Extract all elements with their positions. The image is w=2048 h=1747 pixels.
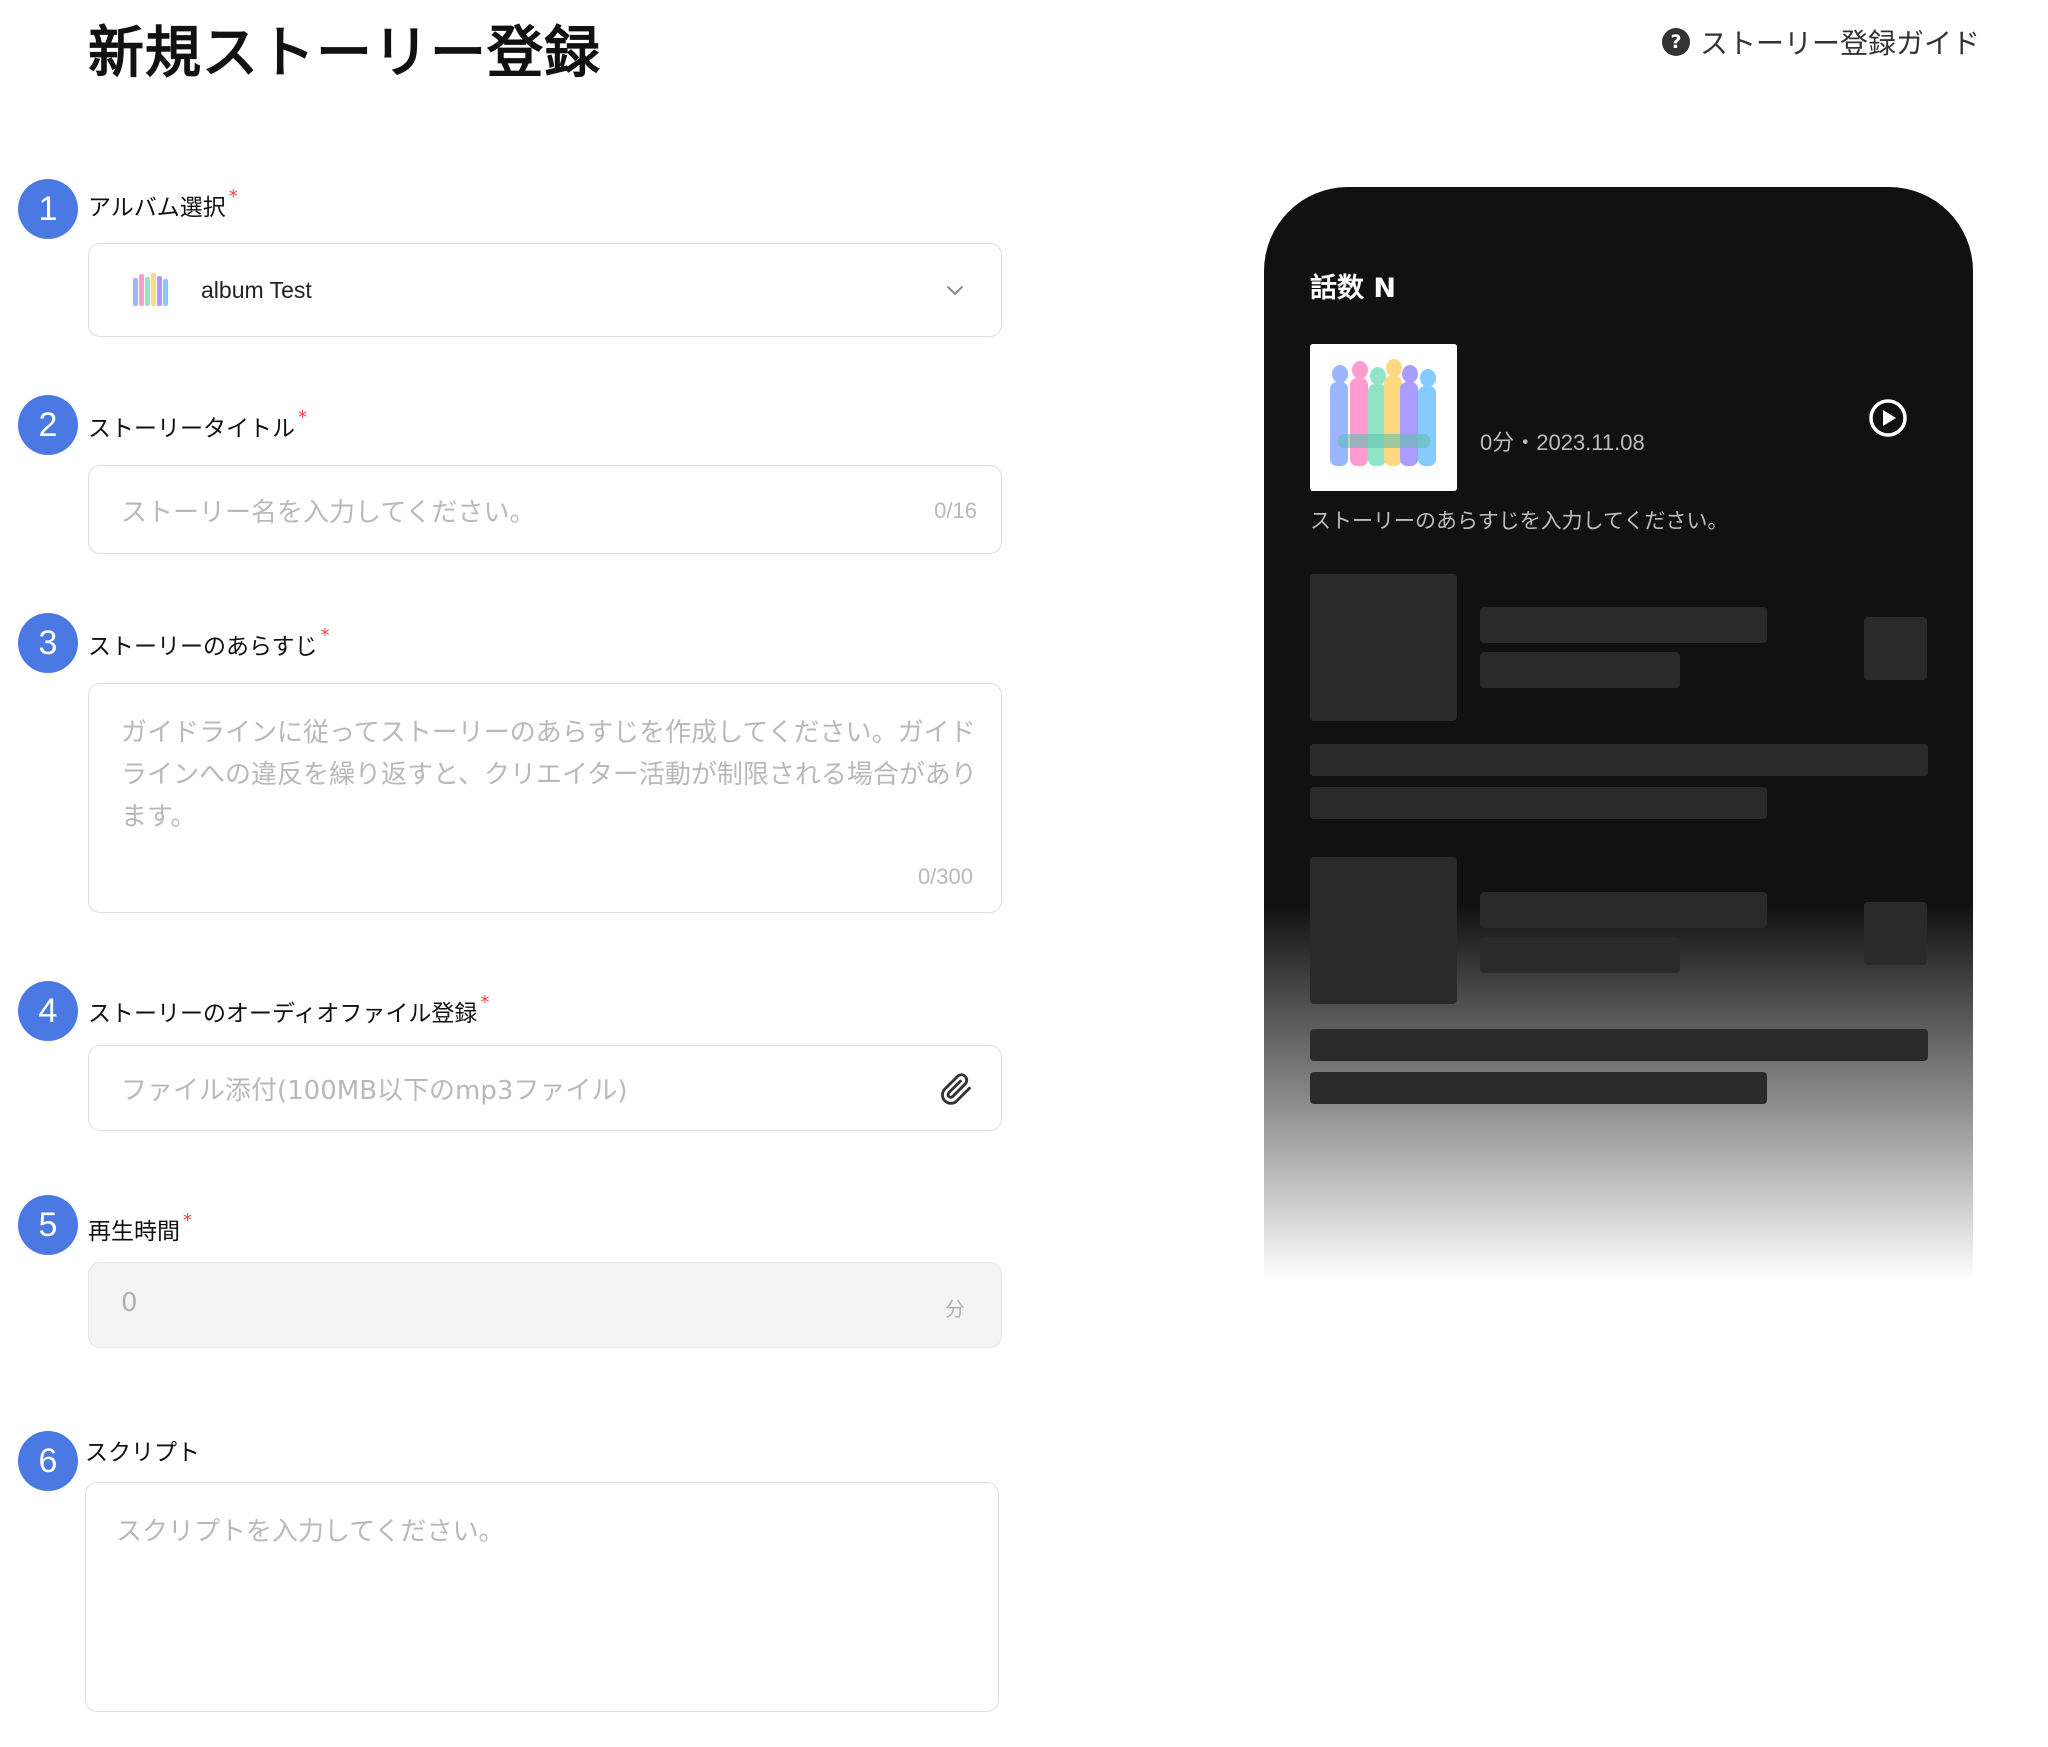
chevron-down-icon <box>947 286 963 295</box>
step-badge-2: 2 <box>18 395 78 455</box>
synopsis-label-text: ストーリーのあらすじ <box>88 634 318 660</box>
preview-synopsis: ストーリーのあらすじを入力してください。 <box>1310 509 1729 533</box>
duration-label-text: 再生時間 <box>88 1219 180 1245</box>
duration-label: 再生時間 * <box>88 1212 192 1246</box>
album-label-text: アルバム選択 <box>88 195 226 221</box>
required-mark: * <box>183 1210 192 1231</box>
story-title-input[interactable]: ストーリー名を入力してください。 0/16 <box>88 465 1002 554</box>
album-label: アルバム選択 * <box>88 188 238 222</box>
audio-file-label-text: ストーリーのオーディオファイル登録 <box>88 1001 478 1027</box>
required-mark: * <box>228 186 238 207</box>
step-badge-3: 3 <box>18 613 78 673</box>
album-thumbnail <box>129 268 173 312</box>
step-badge-4: 4 <box>18 981 78 1041</box>
skeleton-thumbnail <box>1310 857 1457 1004</box>
preview-meta: 0分・2023.11.08 <box>1480 430 1645 455</box>
guide-label: ストーリー登録ガイド <box>1699 27 1980 60</box>
skeleton-icon <box>1864 902 1927 965</box>
story-title-counter: 0/16 <box>934 498 977 523</box>
skeleton-line <box>1310 744 1928 776</box>
skeleton-line <box>1480 937 1680 973</box>
step-badge-5: 5 <box>18 1195 78 1255</box>
required-mark: * <box>320 625 330 646</box>
question-circle-icon: ? <box>1661 28 1690 56</box>
step-badge-6: 6 <box>18 1431 78 1491</box>
skeleton-line <box>1480 652 1680 688</box>
synopsis-counter: 0/300 <box>917 864 973 889</box>
paperclip-icon[interactable] <box>937 1070 975 1108</box>
preview-episode-number: 話数 N <box>1310 273 1396 304</box>
synopsis-label: ストーリーのあらすじ * <box>88 627 330 661</box>
required-mark: * <box>298 407 307 428</box>
album-selected-value: album Test <box>201 276 312 303</box>
page-title: 新規ストーリー登録 <box>88 21 601 86</box>
script-label: スクリプト <box>85 1433 200 1467</box>
skeleton-line <box>1480 892 1767 928</box>
skeleton-thumbnail <box>1310 574 1457 721</box>
audio-file-upload[interactable]: ファイル添付(100MB以下のmp3ファイル) <box>88 1045 1002 1131</box>
story-title-placeholder: ストーリー名を入力してください。 <box>121 498 536 528</box>
audio-file-placeholder: ファイル添付(100MB以下のmp3ファイル) <box>121 1076 628 1106</box>
synopsis-textarea[interactable]: ガイドラインに従ってストーリーのあらすじを作成してください。ガイドラインへの違反… <box>88 683 1002 913</box>
phone-preview: 話数 N 0分・2023.11.08 ストーリーのあらすじを入力してください。 <box>1264 187 1973 1327</box>
required-mark: * <box>480 992 490 1013</box>
preview-cover-art <box>1310 344 1457 491</box>
duration-input[interactable]: 0 分 <box>88 1262 1002 1348</box>
skeleton-line <box>1480 607 1767 643</box>
play-circle-icon[interactable] <box>1868 398 1908 438</box>
registration-guide-link[interactable]: ? ストーリー登録ガイド <box>1661 22 1980 62</box>
script-label-text: スクリプト <box>85 1440 200 1466</box>
duration-value: 0 <box>121 1288 138 1318</box>
script-placeholder: スクリプトを入力してください。 <box>116 1517 505 1547</box>
skeleton-line <box>1310 1072 1767 1104</box>
script-textarea[interactable]: スクリプトを入力してください。 <box>85 1482 999 1712</box>
duration-unit: 分 <box>945 1297 965 1321</box>
step-badge-1: 1 <box>18 179 78 239</box>
audio-file-label: ストーリーのオーディオファイル登録 * <box>88 994 489 1028</box>
skeleton-line <box>1310 787 1767 819</box>
story-title-label: ストーリータイトル * <box>88 409 307 443</box>
synopsis-placeholder: ガイドラインに従ってストーリーのあらすじを作成してください。ガイドラインへの違反… <box>121 718 977 832</box>
album-select[interactable]: album Test <box>88 243 1002 337</box>
skeleton-line <box>1310 1029 1928 1061</box>
skeleton-icon <box>1864 617 1927 680</box>
story-title-label-text: ストーリータイトル <box>88 416 295 442</box>
